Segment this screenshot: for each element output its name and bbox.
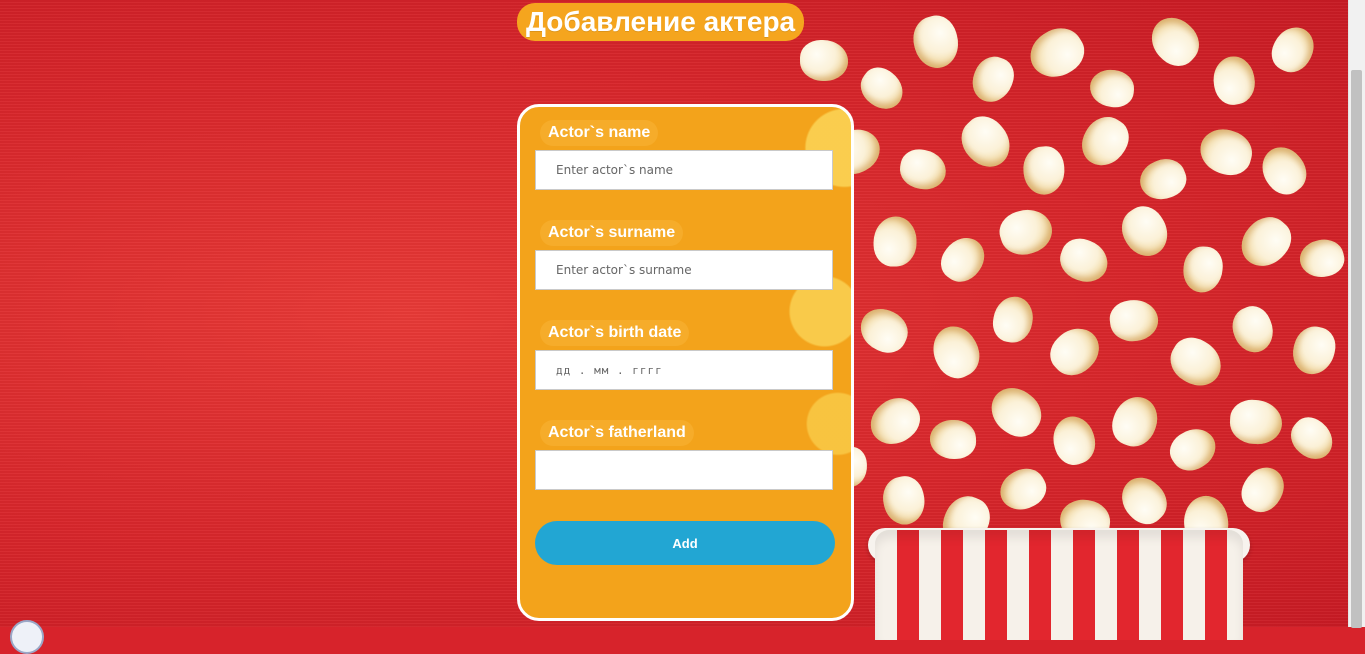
scrollbar-thumb[interactable]	[1351, 70, 1362, 628]
page-scrollbar[interactable]	[1348, 0, 1365, 628]
popcorn-kernel	[1209, 53, 1259, 108]
popcorn-kernel	[1234, 459, 1292, 520]
actor-birth-date-label: Actor`s birth date	[540, 320, 690, 346]
popcorn-kernel	[929, 419, 977, 460]
popcorn-kernel	[878, 472, 930, 529]
popcorn-kernel	[1088, 68, 1136, 109]
popcorn-bucket	[875, 530, 1243, 640]
popcorn-kernel	[907, 10, 965, 74]
popcorn-kernel	[966, 51, 1020, 108]
popcorn-kernel	[933, 229, 993, 290]
actor-fatherland-input[interactable]	[535, 450, 833, 490]
popcorn-kernel	[952, 107, 1020, 177]
popcorn-kernel	[990, 293, 1036, 346]
popcorn-kernel	[1296, 235, 1348, 282]
add-button[interactable]: Add	[535, 521, 835, 565]
popcorn-kernel	[1163, 420, 1223, 479]
page-title: Добавление актера	[517, 3, 805, 41]
popcorn-kernel	[1265, 20, 1321, 79]
actor-name-input[interactable]	[535, 150, 833, 190]
popcorn-kernel	[853, 301, 915, 360]
popcorn-kernel	[1021, 144, 1067, 197]
actor-birth-date-input[interactable]	[535, 350, 833, 390]
popcorn-kernel	[1253, 138, 1315, 203]
popcorn-kernel	[1232, 207, 1300, 277]
popcorn-kernel	[993, 461, 1053, 518]
corner-widget-icon[interactable]	[10, 620, 44, 654]
popcorn-kernel	[1112, 469, 1176, 532]
popcorn-kernel	[1134, 152, 1192, 207]
add-actor-form: Actor`s name Actor`s surname Actor`s bir…	[517, 104, 854, 621]
popcorn-kernel	[1047, 411, 1101, 470]
popcorn-kernel	[1106, 390, 1164, 453]
popcorn-kernel	[994, 203, 1058, 261]
popcorn-kernel	[862, 389, 928, 454]
popcorn-kernel	[1042, 318, 1108, 385]
popcorn-kernel	[1228, 398, 1284, 446]
popcorn-kernel	[1021, 19, 1093, 87]
actor-surname-label: Actor`s surname	[540, 220, 684, 246]
actor-name-label: Actor`s name	[540, 120, 659, 146]
popcorn-kernel	[1181, 245, 1225, 294]
actor-surname-input[interactable]	[535, 250, 833, 290]
popcorn-kernel	[1288, 322, 1340, 379]
popcorn-kernel	[1054, 233, 1114, 288]
popcorn-kernel	[1195, 124, 1257, 180]
popcorn-kernel	[896, 146, 950, 193]
actor-fatherland-label: Actor`s fatherland	[540, 420, 694, 446]
popcorn-kernel	[982, 379, 1050, 445]
popcorn-kernel	[1142, 8, 1208, 75]
popcorn-kernel	[800, 40, 848, 81]
popcorn-kernel	[853, 60, 911, 117]
popcorn-kernel	[873, 216, 917, 267]
popcorn-kernel	[1107, 297, 1161, 344]
popcorn-kernel	[1113, 198, 1177, 265]
popcorn-kernel	[1226, 300, 1280, 359]
popcorn-kernel	[1283, 410, 1341, 467]
popcorn-kernel	[1162, 329, 1230, 395]
popcorn-kernel	[924, 318, 988, 386]
popcorn-kernel	[1073, 108, 1137, 175]
